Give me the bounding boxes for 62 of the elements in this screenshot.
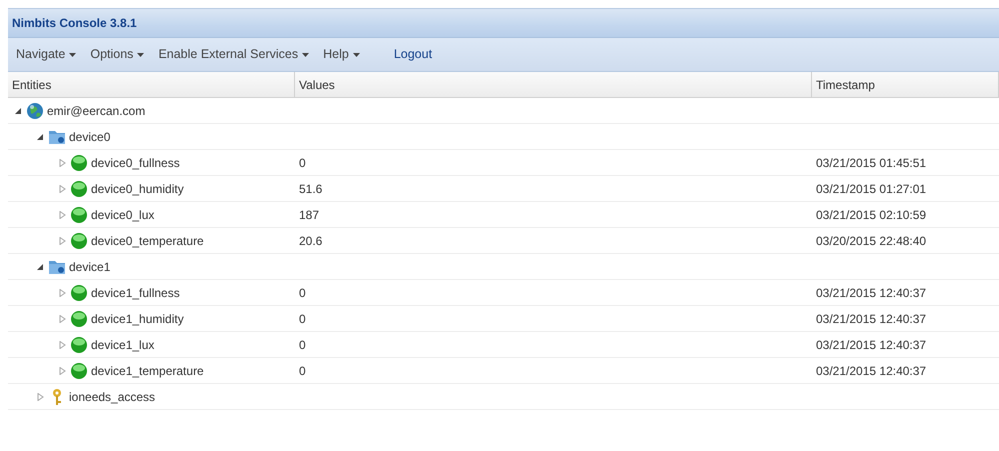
entity-name[interactable]: device0_lux — [91, 206, 154, 224]
entity-name[interactable]: device1_temperature — [91, 362, 204, 380]
expand-triangle-icon[interactable] — [58, 184, 66, 192]
entities-header[interactable]: Entities — [8, 72, 295, 98]
value-text: 0 — [299, 284, 306, 302]
collapse-triangle-icon[interactable] — [36, 262, 44, 270]
entity-name[interactable]: device1 — [69, 258, 110, 276]
status-dot-icon — [70, 336, 88, 354]
value-text: 0 — [299, 362, 306, 380]
value-text: 51.6 — [299, 180, 322, 198]
status-dot-icon — [70, 232, 88, 250]
entity-name[interactable]: device1_fullness — [91, 284, 180, 302]
entity-name[interactable]: ioneeds_access — [69, 388, 156, 406]
timestamp-text: 03/21/2015 12:40:37 — [816, 310, 926, 328]
timestamp-text: 03/21/2015 01:45:51 — [816, 154, 926, 172]
menu-button[interactable]: Options — [90, 45, 144, 64]
value-text: 0 — [299, 336, 306, 354]
values-header[interactable]: Values — [295, 72, 812, 98]
menu-button[interactable]: Navigate — [16, 45, 76, 64]
value-text: 0 — [299, 310, 306, 328]
entity-name[interactable]: device0_temperature — [91, 232, 204, 250]
status-dot-icon — [70, 362, 88, 380]
caret-icon — [352, 52, 360, 56]
window-title: Nimbits Console 3.8.1 — [12, 15, 137, 32]
entity-name[interactable]: emir@eercan.com — [47, 102, 146, 120]
status-dot-icon — [70, 180, 88, 198]
expand-triangle-icon[interactable] — [58, 314, 66, 322]
value-text: 187 — [299, 206, 320, 224]
collapse-triangle-icon[interactable] — [14, 106, 22, 114]
caret-icon — [69, 52, 76, 56]
logout-link[interactable]: Logout — [394, 45, 432, 64]
value-text: 20.6 — [299, 232, 322, 250]
timestamp-text: 03/20/2015 22:48:40 — [816, 232, 926, 250]
timestamp-text: 03/21/2015 12:40:37 — [816, 284, 926, 302]
menu-button[interactable]: Help — [323, 45, 360, 64]
entity-name[interactable]: device0_humidity — [91, 180, 184, 198]
status-dot-icon — [70, 206, 88, 224]
status-dot-icon — [70, 284, 88, 302]
expand-triangle-icon[interactable] — [58, 340, 66, 348]
menu-button[interactable]: Enable External Services — [158, 45, 310, 64]
entity-name[interactable]: device1_lux — [91, 336, 154, 354]
value-text: 0 — [299, 154, 306, 172]
caret-icon — [302, 52, 310, 56]
entity-name[interactable]: device0_fullness — [91, 154, 180, 172]
globe-icon — [26, 102, 44, 120]
expand-triangle-icon[interactable] — [58, 236, 66, 244]
status-dot-icon — [70, 310, 88, 328]
expand-triangle-icon[interactable] — [58, 288, 66, 296]
collapse-triangle-icon[interactable] — [36, 132, 44, 140]
timestamp-header[interactable]: Timestamp — [812, 72, 999, 98]
expand-triangle-icon[interactable] — [58, 158, 66, 166]
timestamp-text: 03/21/2015 12:40:37 — [816, 336, 926, 354]
expand-triangle-icon[interactable] — [36, 392, 44, 400]
timestamp-text: 03/21/2015 12:40:37 — [816, 362, 926, 380]
entity-name[interactable]: device1_humidity — [91, 310, 184, 328]
expand-triangle-icon[interactable] — [58, 366, 66, 374]
timestamp-text: 03/21/2015 01:27:01 — [816, 180, 926, 198]
caret-icon — [137, 52, 144, 56]
entity-name[interactable]: device0 — [69, 128, 110, 146]
expand-triangle-icon[interactable] — [58, 210, 66, 218]
status-dot-icon — [70, 154, 88, 172]
timestamp-text: 03/21/2015 02:10:59 — [816, 206, 926, 224]
